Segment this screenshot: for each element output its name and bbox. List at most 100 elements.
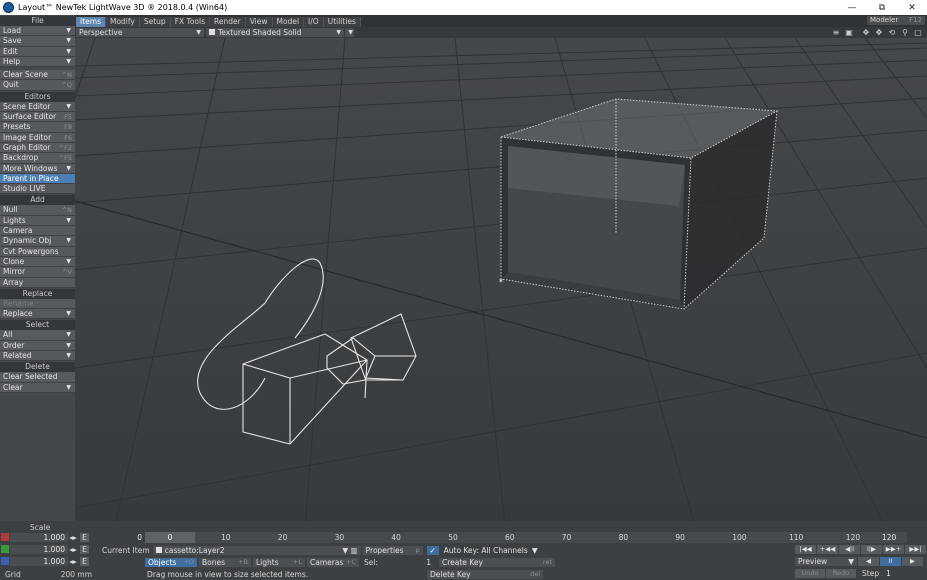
sidebar-button-array[interactable]: Array xyxy=(0,277,75,288)
sidebar-button-quit[interactable]: Quit ^Q xyxy=(0,80,75,91)
playback-button-2[interactable]: +◀◀ xyxy=(817,545,838,554)
sidebar-button-related[interactable]: Related ▼ xyxy=(0,351,75,362)
sidebar-button-cvt-powergons[interactable]: Cvt Powergons xyxy=(0,246,75,257)
z-envelope-button[interactable]: E xyxy=(80,556,89,566)
sidebar-button-presets[interactable]: Presets F8 xyxy=(0,122,75,133)
tab-setup[interactable]: Setup xyxy=(139,17,171,27)
tab-utilities[interactable]: Utilities xyxy=(323,17,361,27)
sidebar-button-edit[interactable]: Edit ▼ xyxy=(0,46,75,57)
tab-items[interactable]: Items xyxy=(76,17,106,27)
sidebar-button-dynamic-obj[interactable]: Dynamic Obj ▼ xyxy=(0,236,75,247)
sidebar-button-mirror[interactable]: Mirror ^V xyxy=(0,267,75,278)
x-scale-field[interactable]: 1.000 xyxy=(10,532,68,542)
sidebar-button-clear-scene[interactable]: Clear Scene ^N xyxy=(0,70,75,81)
sidebar-button-replace[interactable]: Replace ▼ xyxy=(0,309,75,320)
playback-button-1[interactable]: |◀◀ xyxy=(795,545,816,554)
sidebar-button-parent-in-place[interactable]: Parent in Place xyxy=(0,173,75,185)
sidebar-button-all[interactable]: All ▼ xyxy=(0,330,75,341)
play-reverse-button[interactable]: ◀ xyxy=(858,557,879,566)
step-field[interactable]: 1 xyxy=(886,569,891,578)
frame-slider-knob[interactable]: 0 xyxy=(145,532,195,543)
autokey-select[interactable]: Auto Key: All Channels ▼ xyxy=(441,546,541,555)
start-frame-field[interactable]: 0 xyxy=(102,533,142,542)
tab-render[interactable]: Render xyxy=(210,17,246,27)
tab-view[interactable]: View xyxy=(245,17,273,27)
redo-button[interactable]: Redo xyxy=(826,569,856,578)
filter-bones-button[interactable]: Bones +B xyxy=(199,557,251,567)
tab-model[interactable]: Model xyxy=(272,17,305,27)
filter-objects-button[interactable]: Objects +O xyxy=(145,557,197,567)
section-header-editors: Editors xyxy=(0,91,75,102)
maximize-viewport-icon[interactable]: ▣ xyxy=(844,28,854,37)
sidebar-button-image-editor[interactable]: Image Editor F6 xyxy=(0,132,75,143)
playback-button-5[interactable]: ▶▶+ xyxy=(883,545,904,554)
sidebar-button-lights[interactable]: Lights ▼ xyxy=(0,215,75,227)
sidebar-button-backdrop[interactable]: Backdrop ^F5 xyxy=(0,153,75,164)
viewport-layout-icon[interactable]: ≡ xyxy=(831,28,841,37)
dropdown-arrow-icon: ▼ xyxy=(66,352,71,360)
zoom-view-icon[interactable]: ⚲ xyxy=(900,28,910,37)
autokey-checkbox[interactable]: ✓ xyxy=(426,545,439,555)
y-arrows-icon[interactable]: ◂▸ xyxy=(68,545,78,554)
sidebar-button-load[interactable]: Load ▼ xyxy=(0,26,75,37)
y-channel-lock[interactable] xyxy=(1,545,9,553)
dropdown-arrow-icon: ▼ xyxy=(66,237,71,245)
undo-button[interactable]: Undo xyxy=(795,569,825,578)
viewport-options-dropdown[interactable]: ▼ xyxy=(345,28,354,37)
play-forward-button[interactable]: ▶ xyxy=(902,557,923,566)
end-frame-field[interactable]: 120 xyxy=(882,533,896,542)
view-type-select[interactable]: Perspective ▼ xyxy=(76,28,204,37)
tab-modify[interactable]: Modify xyxy=(105,17,140,27)
x-channel-lock[interactable] xyxy=(1,533,9,541)
sidebar-button-camera[interactable]: Camera xyxy=(0,226,75,237)
x-envelope-button[interactable]: E xyxy=(80,532,89,542)
playback-button-4[interactable]: I|▶ xyxy=(861,545,882,554)
filter-cameras-button[interactable]: Cameras +C xyxy=(307,557,359,567)
z-arrows-icon[interactable]: ◂▸ xyxy=(68,557,78,566)
move-view-icon[interactable]: ✥ xyxy=(861,28,871,37)
sidebar-button-order[interactable]: Order ▼ xyxy=(0,340,75,352)
preview-select[interactable]: Preview ▼ xyxy=(795,557,857,566)
sidebar-button-rename[interactable]: Rename xyxy=(0,298,75,310)
frame-tick-label: 70 xyxy=(561,533,572,542)
y-envelope-button[interactable]: E xyxy=(80,544,89,554)
delete-key-button[interactable]: Delete Key del xyxy=(427,569,543,579)
orbit-view-icon[interactable]: ⟲ xyxy=(887,28,897,37)
sidebar-button-studio-live[interactable]: Studio LIVE xyxy=(0,184,75,195)
restore-button[interactable]: ⧉ xyxy=(867,3,897,13)
modeler-button[interactable]: Modeler F12 xyxy=(867,16,925,25)
frame-slider[interactable]: 0 10 20 30 40 50 60 70 80 90 100 110 120 xyxy=(145,532,907,543)
z-channel-lock[interactable] xyxy=(1,557,9,565)
sidebar-button-clone[interactable]: Clone ▼ xyxy=(0,256,75,268)
sidebar-button-more-windows[interactable]: More Windows ▼ xyxy=(0,163,75,174)
y-scale-field[interactable]: 1.000 xyxy=(10,544,68,554)
z-scale-field[interactable]: 1.000 xyxy=(10,556,68,566)
dropdown-arrow-icon: ▼ xyxy=(66,102,71,110)
minimize-button[interactable]: — xyxy=(837,3,867,13)
sidebar-button-clear[interactable]: Clear ▼ xyxy=(0,382,75,393)
filter-lights-button[interactable]: Lights +L xyxy=(253,557,305,567)
playback-button-3[interactable]: ◀|I xyxy=(839,545,860,554)
render-style-select[interactable]: Textured Shaded Solid ▼ xyxy=(206,28,344,37)
x-arrows-icon[interactable]: ◂▸ xyxy=(68,533,78,542)
sidebar-button-save[interactable]: Save ▼ xyxy=(0,36,75,47)
tab-fx-tools[interactable]: FX Tools xyxy=(170,17,210,27)
sidebar-button-graph-editor[interactable]: Graph Editor ^F2 xyxy=(0,142,75,154)
shortcut-hint: ^F2 xyxy=(58,143,72,152)
close-button[interactable]: ✕ xyxy=(897,3,927,13)
sidebar-button-surface-editor[interactable]: Surface Editor F5 xyxy=(0,112,75,123)
tab-i-o[interactable]: I/O xyxy=(304,17,324,27)
playback-button-6[interactable]: ▶▶| xyxy=(905,545,926,554)
center-view-icon[interactable]: ▢ xyxy=(913,28,923,37)
rotate-view-icon[interactable]: ✥ xyxy=(874,28,884,37)
sidebar-button-clear-selected[interactable]: Clear Selected xyxy=(0,372,75,383)
create-key-button[interactable]: Create Key ret xyxy=(439,557,555,567)
sidebar-button-help[interactable]: Help ▼ xyxy=(0,56,75,68)
current-item-select[interactable]: cassetto:Layer2 ▼ ▥ xyxy=(152,545,361,555)
sidebar-button-scene-editor[interactable]: Scene Editor ▼ xyxy=(0,101,75,113)
sidebar-button-null[interactable]: Null ^N xyxy=(0,205,75,216)
window-title: Layout™ NewTek LightWave 3D ® 2018.0.4 (… xyxy=(18,3,228,12)
perspective-viewport[interactable]: ✶ xyxy=(75,38,927,526)
properties-button[interactable]: Properties p xyxy=(362,545,423,555)
pause-button[interactable]: II xyxy=(880,557,901,566)
